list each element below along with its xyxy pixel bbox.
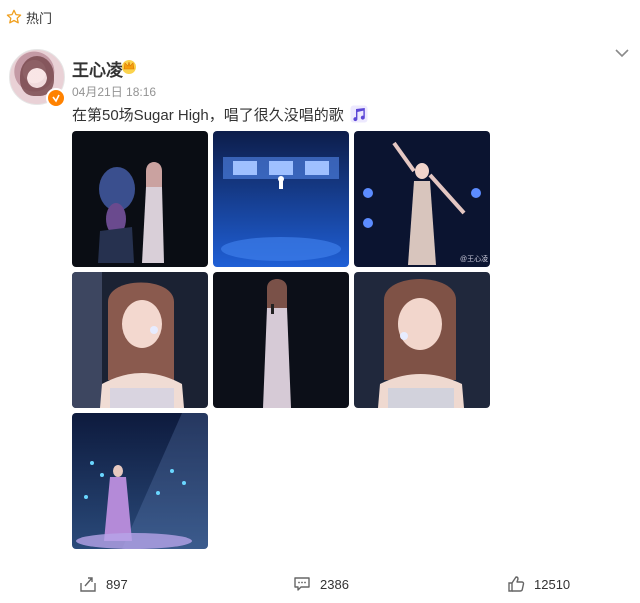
post-image[interactable]: [213, 131, 349, 267]
post-text-row: 在第50场Sugar High，唱了很久没唱的歌: [72, 104, 368, 127]
comment-button[interactable]: 2386: [292, 570, 349, 598]
post-time[interactable]: 04月21日 18:16: [72, 83, 156, 100]
hot-header: 热门: [0, 0, 640, 34]
comment-icon: [292, 574, 312, 594]
chevron-down-icon[interactable]: [614, 46, 630, 58]
repost-button[interactable]: 897: [78, 570, 128, 598]
hot-label: 热门: [26, 10, 53, 26]
post-image[interactable]: [72, 131, 208, 267]
like-button[interactable]: 12510: [506, 570, 570, 598]
post-image[interactable]: [213, 272, 349, 408]
watermark-text: @王心凌: [460, 254, 488, 263]
photo-gallery: @王心凌: [72, 131, 492, 551]
comment-count: 2386: [320, 576, 349, 592]
thumbs-up-icon: [506, 574, 526, 594]
author-name[interactable]: 王心凌: [72, 56, 123, 81]
star-outline-icon: [6, 9, 22, 25]
verified-icon: [46, 88, 66, 108]
crown-icon: [120, 57, 138, 75]
weibo-post: 王心凌 04月21日 18:16 在第50场Sugar High，唱了很久没唱的…: [0, 34, 640, 603]
like-count: 12510: [534, 576, 571, 592]
action-bar: 897 2386 12510: [0, 570, 640, 598]
music-note-icon: [350, 105, 368, 127]
post-image[interactable]: [354, 272, 490, 408]
post-image[interactable]: [72, 272, 208, 408]
repost-icon: [78, 574, 98, 594]
post-image[interactable]: [72, 413, 208, 549]
repost-count: 897: [106, 576, 128, 592]
post-text: 在第50场Sugar High，唱了很久没唱的歌: [72, 107, 344, 124]
post-image[interactable]: @王心凌: [354, 131, 490, 267]
